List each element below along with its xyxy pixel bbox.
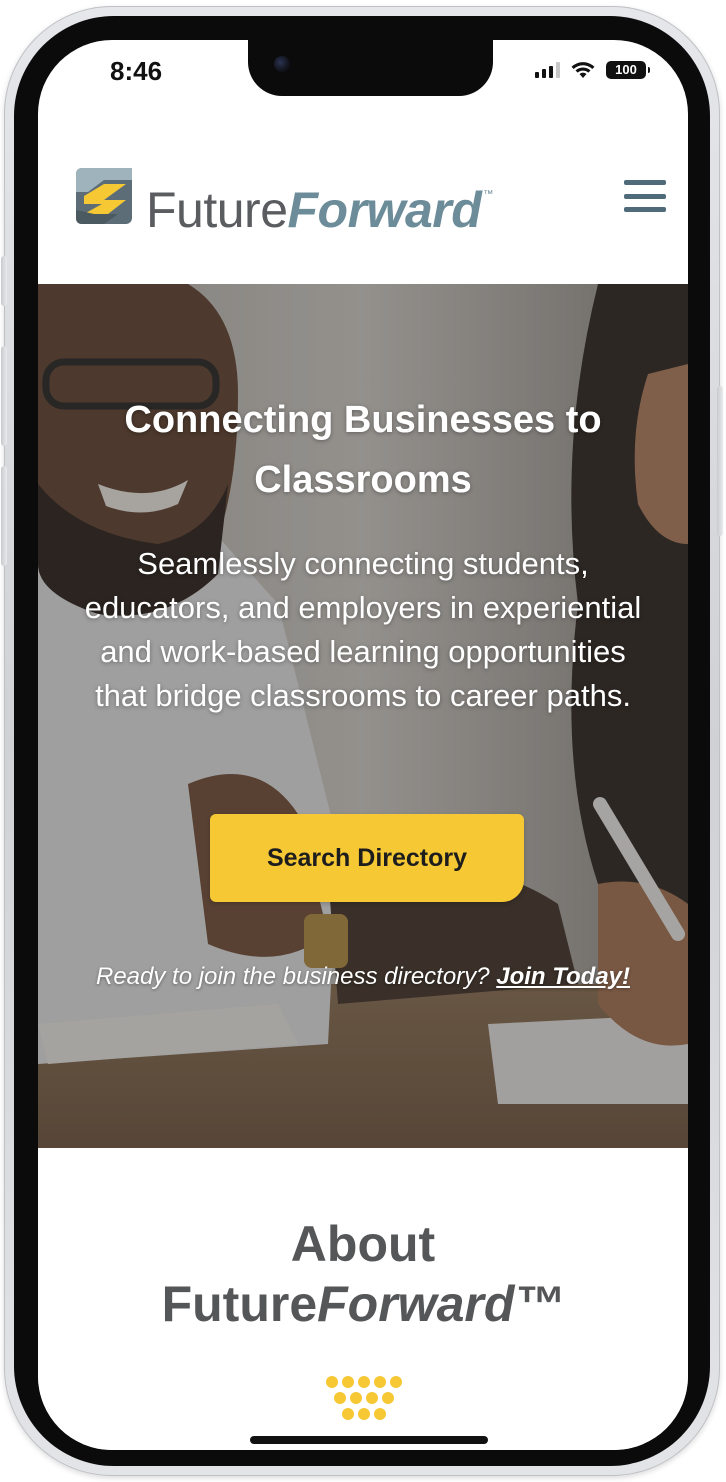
search-directory-button[interactable]: Search Directory: [210, 814, 524, 902]
about-heading-line1: About: [290, 1216, 436, 1272]
hero-title: Connecting Businesses to Classrooms: [124, 399, 602, 501]
about-heading-future: Future: [161, 1276, 318, 1332]
status-indicators: 100: [535, 60, 650, 80]
join-prompt: Ready to join the business directory? Jo…: [88, 954, 638, 1000]
logo-text-future: Future: [146, 182, 288, 238]
power-button: [717, 386, 723, 536]
status-time: 8:46: [110, 56, 163, 86]
join-today-link[interactable]: Join Today!: [496, 963, 630, 990]
dot-divider-icon: [326, 1376, 402, 1420]
logo-text-forward: Forward: [287, 182, 482, 238]
join-prompt-text: Ready to join the business directory?: [95, 963, 490, 990]
battery-icon: 100: [606, 61, 650, 79]
hero-section: Connecting Businesses to Classrooms Seam…: [38, 284, 688, 1148]
wifi-icon: [571, 62, 595, 78]
hero-subtitle: Seamlessly connecting students, educator…: [84, 546, 642, 713]
camera-icon: [274, 56, 290, 72]
site-header: FutureForward ™: [38, 140, 688, 280]
action-button: [1, 256, 7, 306]
site-logo[interactable]: FutureForward ™: [146, 164, 493, 241]
about-section: About FutureForward™: [38, 1148, 688, 1450]
about-heading-line2: FutureForward™: [38, 1274, 688, 1334]
logo-trademark: ™: [483, 189, 493, 200]
about-heading-forward: Forward™: [317, 1276, 565, 1332]
home-indicator[interactable]: [250, 1436, 488, 1444]
volume-down-button: [1, 466, 7, 566]
cellular-signal-icon: [535, 62, 560, 78]
volume-up-button: [1, 346, 7, 446]
phone-screen: 8:46 100 FutureForward ™ Connecting Busi…: [38, 40, 688, 1450]
hamburger-menu-icon[interactable]: [624, 176, 666, 216]
about-heading: About FutureForward™: [38, 1214, 688, 1334]
notch: [248, 40, 493, 96]
futureforward-logo-icon[interactable]: [74, 166, 134, 226]
